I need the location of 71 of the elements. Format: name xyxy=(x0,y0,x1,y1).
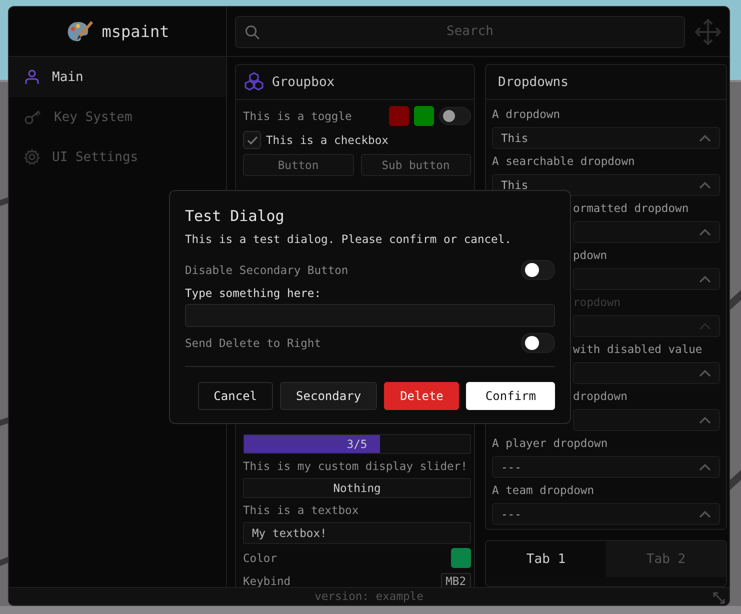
search-icon xyxy=(245,24,260,40)
dialog-button[interactable]: Secondary xyxy=(280,382,378,410)
color-label: Color xyxy=(243,552,278,564)
dropdown[interactable]: --- xyxy=(492,503,720,525)
move-icon[interactable] xyxy=(695,18,721,44)
toggle-switch[interactable] xyxy=(439,107,471,125)
toggle-label: Disable Secondary Button xyxy=(185,264,348,276)
check-icon xyxy=(246,136,258,144)
search-field[interactable]: Search xyxy=(235,16,685,48)
dropdown-label: A player dropdown xyxy=(492,437,609,452)
checkbox-label: This is a checkbox xyxy=(266,134,388,146)
resize-icon[interactable] xyxy=(713,592,725,604)
dropdown[interactable] xyxy=(573,268,720,290)
dropdown[interactable]: This xyxy=(492,174,720,196)
dialog-button[interactable]: Delete xyxy=(384,382,460,410)
key-icon xyxy=(24,109,42,125)
caret-icon xyxy=(699,228,711,236)
dropdown[interactable] xyxy=(573,315,720,337)
toggle-label: This is a toggle xyxy=(243,110,353,122)
caret-icon xyxy=(699,322,711,330)
dropdown[interactable] xyxy=(573,221,720,243)
sidebar-item[interactable]: Main xyxy=(9,57,226,97)
textbox[interactable]: My textbox! xyxy=(243,522,471,544)
toggle-switch[interactable] xyxy=(521,260,555,280)
toggle-label: Send Delete to Right xyxy=(185,336,322,350)
checkbox[interactable] xyxy=(243,131,261,149)
dropdown[interactable]: --- xyxy=(492,456,720,478)
caret-icon xyxy=(699,370,711,376)
dialog-description: This is a test dialog. Please confirm or cancel. xyxy=(185,233,512,247)
caret-icon xyxy=(699,276,711,282)
cubes-icon xyxy=(244,72,264,92)
input-label: Type something here: xyxy=(185,287,322,301)
dropdown-label: pdown xyxy=(573,249,608,264)
caret-icon xyxy=(699,134,711,142)
dropdown-label: with disabled value xyxy=(573,343,704,358)
field-label: This is my custom display slider! xyxy=(243,460,468,472)
toggle-switch[interactable] xyxy=(521,333,555,353)
groupbox-button[interactable]: Button xyxy=(243,154,354,176)
dropdown[interactable]: This xyxy=(492,127,720,149)
dialog-title: Test Dialog xyxy=(185,207,286,225)
groupbox-title: Groupbox xyxy=(272,74,335,90)
color-swatch[interactable] xyxy=(451,548,471,568)
slider-value: 3/5 xyxy=(346,438,368,450)
value-display[interactable]: Nothing xyxy=(243,478,471,498)
keybind-label: Keybind xyxy=(243,574,292,587)
caret-icon xyxy=(699,416,711,424)
color-swatch[interactable] xyxy=(389,106,409,126)
slider[interactable]: 3/5 xyxy=(243,434,471,454)
input-field[interactable] xyxy=(185,304,555,327)
dropdown-label: A searchable dropdown xyxy=(492,155,636,170)
keybind-key[interactable]: MB2 xyxy=(440,572,471,587)
app-title: mspaint xyxy=(102,22,170,41)
caret-icon xyxy=(699,464,711,470)
field-label: This is a textbox xyxy=(243,504,359,516)
dropdown[interactable] xyxy=(573,362,720,384)
slider-value: Nothing xyxy=(333,482,381,494)
gear-icon xyxy=(24,149,40,165)
dropdown[interactable] xyxy=(573,409,720,431)
color-swatch[interactable] xyxy=(414,106,434,126)
dialog-button[interactable]: Confirm xyxy=(466,382,555,410)
person-icon xyxy=(24,69,40,85)
version-text: version: example xyxy=(314,590,424,603)
dialog-button[interactable]: Cancel xyxy=(198,382,274,410)
groupbox-button[interactable]: Sub button xyxy=(360,154,471,176)
dropdown-label: ormatted dropdown xyxy=(573,202,690,217)
dropdown-label: A team dropdown xyxy=(492,484,596,499)
caret-icon xyxy=(699,182,711,188)
caret-icon xyxy=(699,510,711,518)
dropdown-label: dropdown xyxy=(573,390,628,405)
groupbox-title: Dropdowns xyxy=(498,74,568,90)
dropdown-label: A dropdown xyxy=(492,108,562,123)
